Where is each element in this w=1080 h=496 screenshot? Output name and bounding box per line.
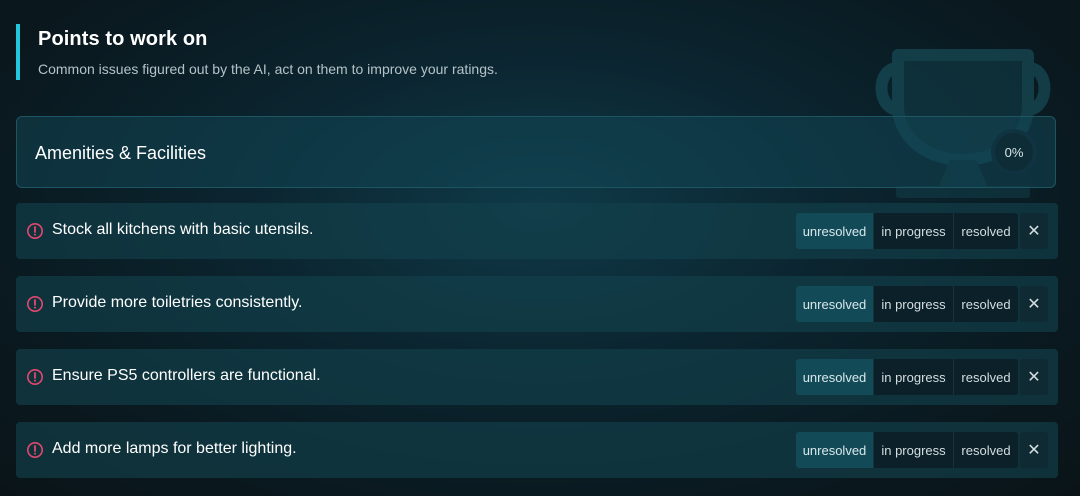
status-in-progress-button[interactable]: in progress	[874, 432, 954, 468]
status-unresolved-button[interactable]: unresolved	[796, 213, 874, 249]
status-in-progress-button[interactable]: in progress	[874, 286, 954, 322]
section-header: Points to work on Common issues figured …	[16, 24, 498, 80]
status-resolved-button[interactable]: resolved	[954, 432, 1018, 468]
alert-circle-icon	[27, 442, 43, 458]
status-resolved-button[interactable]: resolved	[954, 359, 1018, 395]
alert-circle-icon	[27, 369, 43, 385]
status-unresolved-button[interactable]: unresolved	[796, 286, 874, 322]
status-toggle-group: unresolved in progress resolved	[796, 432, 1018, 468]
page-title: Points to work on	[38, 28, 208, 50]
progress-indicator: 0%	[991, 129, 1037, 175]
category-title: Amenities & Facilities	[35, 143, 207, 163]
alert-circle-icon	[27, 223, 43, 239]
alert-circle-icon	[27, 296, 43, 312]
status-in-progress-button[interactable]: in progress	[874, 359, 954, 395]
status-resolved-button[interactable]: resolved	[954, 213, 1018, 249]
close-icon[interactable]: ✕	[1020, 359, 1048, 395]
status-unresolved-button[interactable]: unresolved	[796, 432, 874, 468]
status-toggle-group: unresolved in progress resolved	[796, 359, 1018, 395]
issue-text: Stock all kitchens with basic utensils.	[52, 221, 314, 238]
status-resolved-button[interactable]: resolved	[954, 286, 1018, 322]
issue-row: Ensure PS5 controllers are functional. u…	[16, 349, 1058, 405]
progress-label: 0%	[1004, 144, 1024, 160]
close-icon[interactable]: ✕	[1020, 286, 1048, 322]
issue-row: Add more lamps for better lighting. unre…	[16, 422, 1058, 478]
close-icon[interactable]: ✕	[1020, 432, 1048, 468]
status-unresolved-button[interactable]: unresolved	[796, 359, 874, 395]
status-in-progress-button[interactable]: in progress	[874, 213, 954, 249]
issue-row: Provide more toiletries consistently. un…	[16, 276, 1058, 332]
close-icon[interactable]: ✕	[1020, 213, 1048, 249]
status-toggle-group: unresolved in progress resolved	[796, 213, 1018, 249]
issue-text: Ensure PS5 controllers are functional.	[52, 367, 321, 384]
status-toggle-group: unresolved in progress resolved	[796, 286, 1018, 322]
category-card[interactable]: Amenities & Facilities 0%	[16, 116, 1056, 188]
issue-text: Provide more toiletries consistently.	[52, 294, 303, 311]
issue-row: Stock all kitchens with basic utensils. …	[16, 203, 1058, 259]
issue-text: Add more lamps for better lighting.	[52, 440, 297, 457]
page-subtitle: Common issues figured out by the AI, act…	[38, 61, 498, 77]
